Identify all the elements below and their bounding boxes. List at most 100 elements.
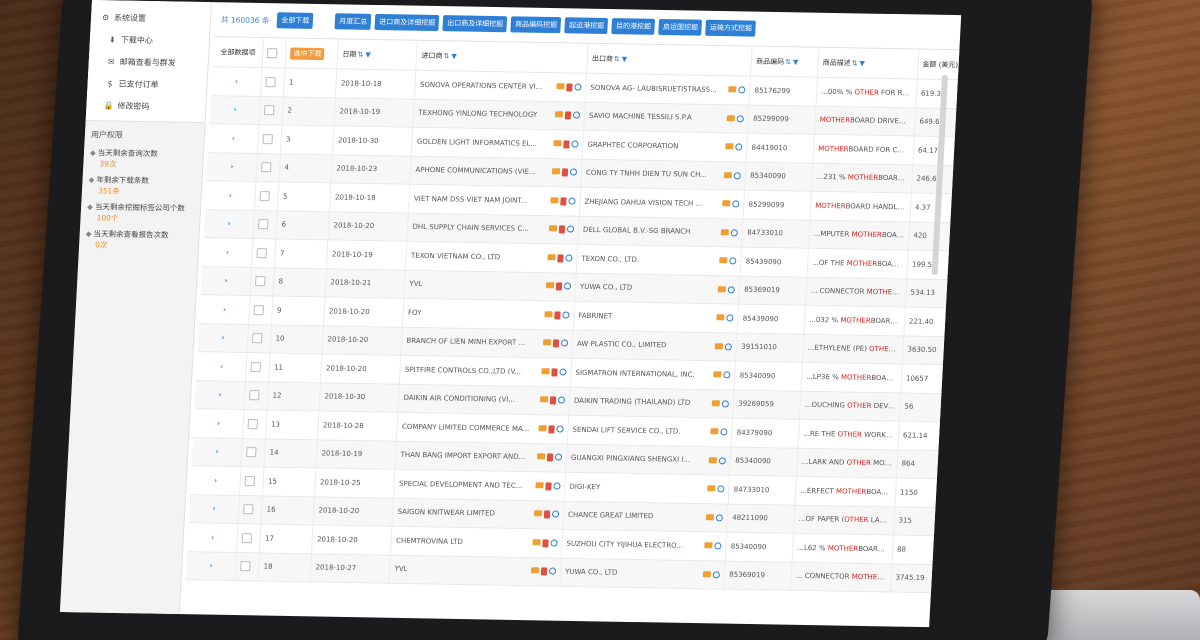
row-exporter[interactable]: SIGMATRON INTERNATIONAL, INC. [570,358,736,390]
sidebar-item-download-center[interactable]: ⬇ 下载中心 [89,28,209,52]
row-exporter[interactable]: ZHEJIANG DAHUA VISION TECH ... [579,187,745,219]
link-icon[interactable] [560,339,569,347]
report-icon[interactable] [561,168,569,177]
link-icon[interactable] [554,453,563,461]
expand-row-cell[interactable]: › [191,437,243,467]
mail-icon[interactable] [709,456,718,464]
importer-name[interactable]: FOY [408,309,422,317]
report-icon[interactable] [548,425,555,434]
mail-icon[interactable] [533,510,543,517]
link-icon[interactable] [713,571,721,579]
sidebar-item-mail[interactable]: ✉ 邮箱查看与群发 [88,50,208,74]
mail-icon[interactable] [704,542,713,549]
exporter-name[interactable]: DELL GLOBAL B.V.-SG BRANCH [583,226,691,236]
expand-arrow-icon[interactable]: › [226,248,229,256]
mail-icon[interactable] [544,310,553,318]
link-icon[interactable] [720,428,728,436]
mail-icon[interactable] [536,453,546,460]
importer-name[interactable]: YVL [409,280,422,288]
row-importer[interactable]: SPECIAL DEVELOPMENT AND TEC... [393,469,566,501]
sidebar-item-orders[interactable]: $ 已支付订单 [87,72,207,96]
filter-icon[interactable]: ▼ [793,58,799,66]
header-date[interactable]: 日期⇅ ▼ [337,38,418,71]
row-checkbox[interactable] [247,418,259,430]
mail-icon[interactable] [727,114,736,122]
mail-icon[interactable] [556,82,565,90]
expand-row-cell[interactable]: › [208,123,260,154]
expand-row-cell[interactable]: › [197,323,249,353]
destination-port-mining-button[interactable]: 目的港挖掘 [611,18,656,35]
row-exporter[interactable]: YUWA CO., LTD [559,557,726,590]
row-checkbox-cell[interactable] [253,210,278,239]
row-importer[interactable]: SONOVA OPERATIONS CENTER VI... [414,70,587,102]
row-checkbox-cell[interactable] [254,181,280,211]
expand-arrow-icon[interactable]: › [221,334,224,342]
mail-icon[interactable] [532,538,541,546]
importer-mining-button[interactable]: 进口商及详细挖掘 [374,13,440,32]
exporter-name[interactable]: GRAPHTEC CORPORATION [587,141,678,151]
row-checkbox[interactable] [243,504,254,515]
mail-icon[interactable] [722,200,731,207]
mail-icon[interactable] [716,314,725,321]
filter-icon[interactable]: ▼ [451,52,457,60]
report-icon[interactable] [552,339,560,348]
link-icon[interactable] [571,140,579,148]
header-description[interactable]: 商品描述⇅ ▼ [817,47,919,79]
row-importer[interactable]: YVL [404,269,577,302]
expand-row-cell[interactable]: › [199,294,251,325]
row-checkbox[interactable] [246,447,257,458]
row-checkbox[interactable] [258,219,269,230]
row-checkbox[interactable] [241,532,253,544]
row-checkbox[interactable] [253,304,265,316]
importer-name[interactable]: SONOVA OPERATIONS CENTER VI... [420,81,543,91]
row-importer[interactable]: FOY [402,298,575,330]
header-hs-code[interactable]: 商品编码⇅ ▼ [750,46,819,78]
row-checkbox[interactable] [244,475,256,487]
expand-row-cell[interactable]: › [205,180,257,211]
link-icon[interactable] [559,368,567,376]
expand-arrow-icon[interactable]: › [217,419,220,427]
row-importer[interactable]: SPITFIRE CONTROLS CO.,LTD (V... [399,355,572,387]
row-checkbox-cell[interactable] [238,495,263,524]
row-checkbox-cell[interactable] [248,295,274,325]
mail-icon[interactable] [541,367,550,375]
mail-icon[interactable] [530,567,540,574]
row-checkbox-cell[interactable] [245,352,271,382]
importer-name[interactable]: YVL [394,565,407,573]
report-icon[interactable] [545,482,552,491]
report-icon[interactable] [540,567,548,576]
expand-arrow-icon[interactable]: › [211,533,214,541]
row-exporter[interactable]: GRAPHTEC CORPORATION [582,130,748,162]
expand-row-cell[interactable]: › [209,95,261,125]
row-checkbox-cell[interactable] [242,409,268,439]
link-icon[interactable] [726,314,734,322]
expand-row-cell[interactable]: › [193,408,245,439]
row-exporter[interactable]: SUZHOU CITY YIJIHUA ELECTRO... [561,529,728,561]
link-icon[interactable] [550,539,558,547]
link-icon[interactable] [714,542,722,550]
exporter-name[interactable]: YUWA CO., LTD [565,568,618,577]
mail-icon[interactable] [725,143,734,150]
row-checkbox[interactable] [252,333,263,344]
report-icon[interactable] [555,282,563,291]
exporter-name[interactable]: CHANCE GREAT LIMITED [568,511,654,520]
importer-name[interactable]: TEXON VIETNAM CO., LTD [411,252,501,262]
expand-arrow-icon[interactable]: › [224,277,227,285]
row-checkbox-cell[interactable] [235,552,260,581]
exporter-name[interactable]: TEXON CO., LTD. [581,255,639,264]
mail-icon[interactable] [718,285,727,293]
row-importer[interactable]: CHEMTROVINA LTD [390,526,563,558]
header-select-all[interactable] [262,37,287,68]
mail-icon[interactable] [703,570,712,578]
link-icon[interactable] [557,396,566,404]
row-importer[interactable]: SAIGON KNITWEAR LIMITED [392,497,565,530]
row-importer[interactable]: GOLDEN LIGHT INFORMATICS EL... [411,127,584,159]
expand-arrow-icon[interactable]: › [215,448,218,456]
exporter-name[interactable]: CONG TY TNHH DIEN TU SUN CH... [586,169,707,179]
row-exporter[interactable]: DIGI-KEY [564,472,730,504]
row-checkbox[interactable] [250,361,262,373]
expand-arrow-icon[interactable]: › [212,505,215,513]
report-icon[interactable] [558,225,566,234]
row-checkbox-cell[interactable] [237,523,262,553]
row-exporter[interactable]: DAIKIN TRADING (THAILAND) LTD [568,386,735,419]
